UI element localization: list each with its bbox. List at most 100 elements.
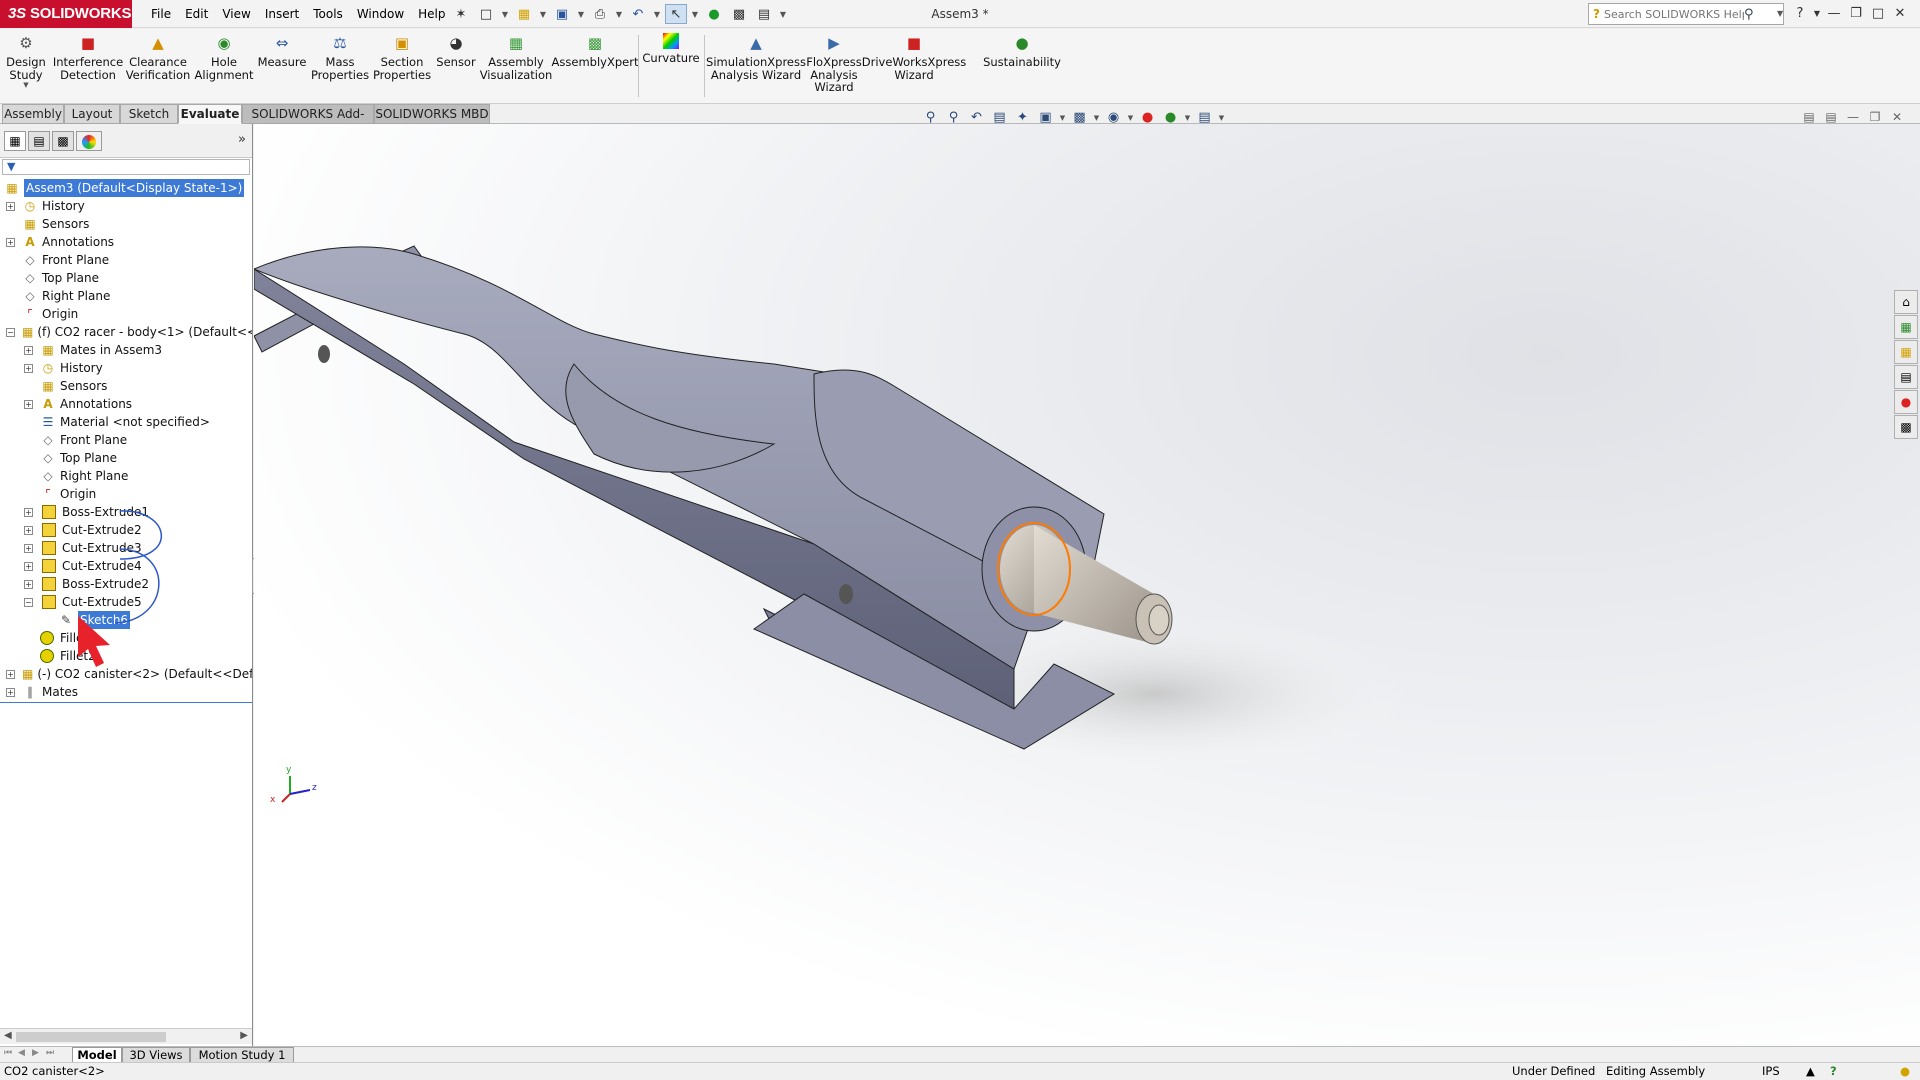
menu-view[interactable]: View bbox=[215, 0, 257, 28]
tree-item-cut-extrude4[interactable]: + Cut-Extrude4 bbox=[24, 557, 142, 575]
curvature-button[interactable]: Curvature bbox=[642, 29, 700, 104]
sensor-button[interactable]: ◕ Sensor bbox=[434, 29, 478, 104]
apply-scene-icon[interactable]: ● bbox=[1160, 108, 1181, 128]
view-palette-icon[interactable]: ▤ bbox=[1894, 365, 1918, 389]
minimize-icon[interactable]: — bbox=[1824, 3, 1844, 25]
options-icon[interactable]: ▤ bbox=[753, 4, 775, 24]
tree-item-part-annotations[interactable]: + A Annotations bbox=[24, 395, 132, 413]
expand-toggle-icon[interactable]: + bbox=[6, 238, 15, 247]
tab-assembly[interactable]: Assembly bbox=[2, 104, 64, 124]
expand-toggle-icon[interactable]: + bbox=[24, 508, 33, 517]
tree-horizontal-scrollbar[interactable]: ◀ ▶ bbox=[0, 1028, 252, 1044]
tree-item-mates[interactable]: + ∥ Mates bbox=[6, 683, 78, 701]
options-dropdown-icon[interactable]: ▼ bbox=[778, 4, 788, 24]
measure-button[interactable]: ⇔ Measure bbox=[256, 29, 308, 104]
tree-item-fillet1[interactable]: Fillet1 bbox=[40, 629, 96, 647]
view-settings-dropdown-icon[interactable]: ▼ bbox=[1217, 108, 1226, 128]
tree-item-annotations[interactable]: + A Annotations bbox=[6, 233, 114, 251]
zoom-to-area-icon[interactable]: ⚲ bbox=[943, 108, 964, 128]
tab-model[interactable]: Model bbox=[72, 1047, 122, 1063]
hole-alignment-button[interactable]: ◉ Hole Alignment bbox=[195, 29, 254, 104]
zoom-to-fit-icon[interactable]: ⚲ bbox=[920, 108, 941, 128]
previous-view-icon[interactable]: ↶ bbox=[966, 108, 987, 128]
simulationxpress-button[interactable]: ▲ SimulationXpress Analysis Wizard bbox=[706, 29, 806, 104]
first-tab-icon[interactable]: ⏮ bbox=[4, 1048, 12, 1058]
expand-toggle-icon[interactable]: + bbox=[24, 346, 33, 355]
search-dropdown-icon[interactable]: ▼ bbox=[1777, 3, 1787, 25]
expand-toggle-icon[interactable]: + bbox=[6, 670, 15, 679]
units-dropdown-icon[interactable]: ▲ bbox=[1806, 1063, 1815, 1080]
pin-icon[interactable]: ✶ bbox=[450, 4, 472, 24]
tree-item-co2-canister[interactable]: +▦(-) CO2 canister<2> (Default<<Default>… bbox=[6, 665, 252, 683]
magnifier-icon[interactable]: ⚲ bbox=[1744, 7, 1754, 22]
select-pointer-icon[interactable]: ↖ bbox=[665, 4, 687, 24]
tree-item-fillet2[interactable]: Fillet2 bbox=[40, 647, 96, 665]
expand-toggle-icon[interactable]: + bbox=[24, 526, 33, 535]
expand-toggle-icon[interactable]: + bbox=[6, 202, 15, 211]
design-library-icon[interactable]: ▦ bbox=[1894, 315, 1918, 339]
tile-vertical-icon[interactable]: ▤ bbox=[1822, 108, 1840, 126]
collapse-toggle-icon[interactable]: − bbox=[6, 328, 15, 337]
tree-item-sketch6[interactable]: ✎ Sketch6 bbox=[58, 611, 131, 629]
solidworks-logo[interactable]: 3S SOLIDWORKS bbox=[0, 0, 132, 28]
assembly-visualization-button[interactable]: ▦ Assembly Visualization bbox=[480, 29, 553, 104]
floxpress-button[interactable]: ▶ FloXpress Analysis Wizard bbox=[806, 29, 862, 104]
menu-tools[interactable]: Tools bbox=[306, 0, 350, 28]
new-document-icon[interactable]: □ bbox=[475, 4, 497, 24]
driveworksxpress-button[interactable]: ■ DriveWorksXpress Wizard bbox=[862, 29, 966, 104]
tree-item-cut-extrude2[interactable]: + Cut-Extrude2 bbox=[24, 521, 142, 539]
tab-sketch[interactable]: Sketch bbox=[120, 104, 178, 124]
tree-item-part-origin[interactable]: ⌜ Origin bbox=[40, 485, 96, 503]
sustainability-button[interactable]: ● Sustainability bbox=[982, 29, 1062, 104]
rollback-bar[interactable] bbox=[0, 702, 252, 703]
tree-item-boss-extrude1[interactable]: + Boss-Extrude1 bbox=[24, 503, 149, 521]
tree-item-origin[interactable]: ⌜ Origin bbox=[22, 305, 78, 323]
tree-item-cut-extrude3[interactable]: + Cut-Extrude3 bbox=[24, 539, 142, 557]
menu-window[interactable]: Window bbox=[350, 0, 411, 28]
tab-evaluate[interactable]: Evaluate bbox=[178, 104, 242, 124]
scroll-left-icon[interactable]: ◀ bbox=[4, 1030, 12, 1041]
notification-icon[interactable]: ● bbox=[1900, 1063, 1910, 1080]
undo-dropdown-icon[interactable]: ▼ bbox=[652, 4, 662, 24]
tree-item-front-plane[interactable]: ◇ Front Plane bbox=[22, 251, 109, 269]
tree-item-right-plane[interactable]: ◇ Right Plane bbox=[22, 287, 110, 305]
expand-toggle-icon[interactable]: + bbox=[24, 364, 33, 373]
tree-item-top-plane[interactable]: ◇ Top Plane bbox=[22, 269, 99, 287]
expand-toggle-icon[interactable]: + bbox=[24, 562, 33, 571]
custom-properties-icon[interactable]: ▩ bbox=[1894, 415, 1918, 439]
tree-item-part-top-plane[interactable]: ◇ Top Plane bbox=[40, 449, 117, 467]
menu-edit[interactable]: Edit bbox=[178, 0, 215, 28]
menu-help[interactable]: Help bbox=[411, 0, 452, 28]
configuration-manager-icon[interactable]: ▩ bbox=[52, 131, 74, 151]
save-icon[interactable]: ▣ bbox=[551, 4, 573, 24]
file-properties-icon[interactable]: ▩ bbox=[728, 4, 750, 24]
print-icon[interactable]: ⎙ bbox=[589, 4, 611, 24]
assemblyxpert-button[interactable]: ▩ AssemblyXpert bbox=[552, 29, 639, 104]
last-tab-icon[interactable]: ⏭ bbox=[46, 1048, 54, 1058]
view-orientation-dropdown-icon[interactable]: ▼ bbox=[1058, 108, 1067, 128]
scroll-right-icon[interactable]: ▶ bbox=[240, 1030, 248, 1041]
tab-motion-study-1[interactable]: Motion Study 1 bbox=[190, 1047, 294, 1063]
tile-horizontal-icon[interactable]: ▤ bbox=[1800, 108, 1818, 126]
solidworks-resources-icon[interactable]: ⌂ bbox=[1894, 290, 1918, 314]
view-orientation-icon[interactable]: ▣ bbox=[1035, 108, 1056, 128]
hide-show-dropdown-icon[interactable]: ▼ bbox=[1126, 108, 1135, 128]
status-units[interactable]: IPS bbox=[1762, 1063, 1780, 1080]
save-dropdown-icon[interactable]: ▼ bbox=[576, 4, 586, 24]
tree-item-mates-in-assem3[interactable]: + ▦ Mates in Assem3 bbox=[24, 341, 162, 359]
tree-item-part-history[interactable]: + ◷ History bbox=[24, 359, 103, 377]
next-tab-icon[interactable]: ▶ bbox=[32, 1048, 39, 1058]
maximize-icon[interactable]: □ bbox=[1868, 3, 1888, 25]
open-folder-icon[interactable]: ▦ bbox=[513, 4, 535, 24]
expand-toggle-icon[interactable]: + bbox=[6, 688, 15, 697]
restore-icon[interactable]: ❐ bbox=[1846, 3, 1866, 25]
tab-solidworks-add-ins[interactable]: SOLIDWORKS Add-Ins bbox=[242, 104, 374, 139]
scrollbar-thumb[interactable] bbox=[16, 1032, 166, 1042]
section-view-icon[interactable]: ▤ bbox=[989, 108, 1010, 128]
tree-filter[interactable]: ▼ bbox=[2, 159, 250, 175]
new-dropdown-icon[interactable]: ▼ bbox=[500, 4, 510, 24]
clearance-verification-button[interactable]: ▲ Clearance Verification bbox=[126, 29, 191, 104]
tab-layout[interactable]: Layout bbox=[64, 104, 120, 124]
design-study-dropdown-icon[interactable]: ▼ bbox=[23, 81, 28, 89]
section-properties-button[interactable]: ▣ Section Properties bbox=[372, 29, 432, 104]
